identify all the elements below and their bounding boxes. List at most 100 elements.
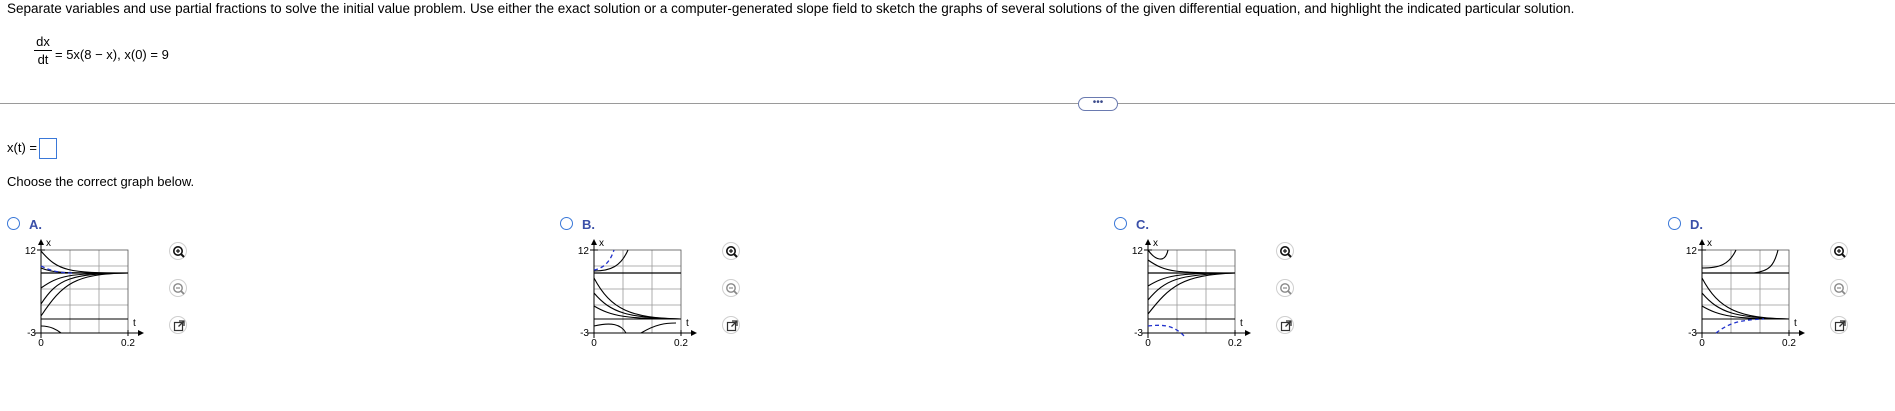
solution-curve (1753, 249, 1779, 274)
solution-curve (593, 305, 682, 320)
external-link-icon (726, 320, 738, 332)
solution-curve (640, 322, 677, 334)
option-b-label: B. (582, 217, 595, 232)
option-a-radio[interactable] (7, 217, 20, 230)
option-a-open-button[interactable] (169, 316, 187, 334)
x-tick-label: 0.2 (121, 338, 135, 349)
x-tick-label: 0 (1699, 338, 1705, 349)
option-b-radio[interactable] (560, 217, 573, 230)
slope-field-chart[interactable]: x t 12 -30 0.2 (1674, 238, 1809, 358)
y-axis-label: x (1153, 238, 1158, 249)
solution-curve (40, 325, 62, 334)
zoom-out-icon (726, 283, 738, 295)
x-axis-arrow (691, 330, 697, 336)
solution-curve (593, 323, 627, 334)
option-d-graph[interactable]: x t 12 -3 0 0.2 (1674, 238, 1809, 363)
y-tick-label: 12 (578, 246, 590, 257)
zoom-in-icon (173, 246, 185, 258)
particular-solution-curve (593, 249, 615, 271)
zoom-in-icon (1280, 246, 1292, 258)
x-tick-label: 0.2 (1228, 338, 1242, 349)
fraction-denominator: dt (37, 52, 49, 67)
solution-curve (1701, 277, 1790, 320)
zoom-out-icon (1280, 283, 1292, 295)
slope-field-chart[interactable]: x t 12 -30 0.2 (13, 238, 148, 358)
option-a-zoom-out-button[interactable] (169, 279, 187, 297)
option-d-zoom-out-button[interactable] (1830, 279, 1848, 297)
option-b-zoom-in-button[interactable] (722, 242, 740, 260)
solution-curve (1147, 272, 1236, 301)
option-a-graph[interactable]: x t 12 -3 0 0.2 (13, 238, 148, 363)
y-axis-label: x (1707, 238, 1712, 249)
fraction-numerator: dx (36, 34, 50, 49)
y-axis-arrow (1145, 239, 1151, 245)
solution-curve (1147, 259, 1236, 274)
option-a-label: A. (29, 217, 42, 232)
option-c-zoom-out-button[interactable] (1276, 279, 1294, 297)
y-tick-label: 12 (25, 246, 37, 257)
y-tick-label: 12 (1686, 246, 1698, 257)
x-axis-arrow (1245, 330, 1251, 336)
option-a-zoom-in-button[interactable] (169, 242, 187, 260)
option-b-open-button[interactable] (722, 316, 740, 334)
fraction-bar (34, 50, 52, 51)
zoom-in-icon (1834, 246, 1846, 258)
option-c-radio[interactable] (1114, 217, 1127, 230)
option-c-open-button[interactable] (1276, 316, 1294, 334)
option-d[interactable]: D. x t 12 -3 0 0.2 (1668, 216, 1868, 376)
option-c-graph[interactable]: x t 12 -3 0 0.2 (1120, 238, 1255, 363)
y-tick-label: -3 (580, 328, 589, 339)
option-b[interactable]: B. x t 12 -3 0 0.2 (560, 216, 760, 376)
equation-rhs: = 5x(8 − x), x(0) = 9 (55, 47, 169, 62)
option-b-zoom-out-button[interactable] (722, 279, 740, 297)
x-tick-label: 0.2 (1782, 338, 1796, 349)
option-d-open-button[interactable] (1830, 316, 1848, 334)
plot-frame (40, 249, 129, 334)
plot-frame (1147, 249, 1236, 334)
zoom-out-icon (173, 283, 185, 295)
zoom-in-icon (726, 246, 738, 258)
y-tick-label: -3 (27, 328, 36, 339)
y-axis-arrow (38, 239, 44, 245)
solution-curve (593, 277, 682, 320)
x-tick-label: 0 (38, 338, 44, 349)
x-axis-label: t (1794, 318, 1797, 329)
particular-solution-curve (1715, 318, 1765, 334)
solution-curve (40, 272, 129, 289)
plot-frame (1701, 249, 1790, 334)
external-link-icon (1834, 320, 1846, 332)
y-axis-arrow (1699, 239, 1705, 245)
option-b-graph[interactable]: x t 12 -3 0 0.2 (566, 238, 701, 363)
x-axis-arrow (1799, 330, 1805, 336)
derivative-fraction: dx dt (34, 34, 52, 67)
choose-instruction: Choose the correct graph below. (7, 174, 195, 189)
x-axis-arrow (138, 330, 144, 336)
x-tick-label: 0 (1145, 338, 1151, 349)
solution-curve (40, 250, 129, 274)
slope-field-chart[interactable]: x t 12 -30 0.2 (566, 238, 701, 358)
y-axis-label: x (599, 238, 604, 249)
y-axis-label: x (46, 238, 51, 249)
y-tick-label: -3 (1134, 328, 1143, 339)
option-d-zoom-in-button[interactable] (1830, 242, 1848, 260)
y-tick-label: 12 (1132, 246, 1144, 257)
option-a[interactable]: A. x t 12 -3 0 0.2 (7, 216, 207, 376)
option-c[interactable]: C. x t 12 -3 0 0.2 (1114, 216, 1314, 376)
zoom-out-icon (1834, 283, 1846, 295)
option-d-label: D. (1690, 217, 1703, 232)
answer-input[interactable] (38, 138, 57, 159)
section-divider (0, 103, 1895, 104)
option-c-label: C. (1136, 217, 1149, 232)
more-button[interactable]: ••• (1078, 97, 1118, 111)
x-tick-label: 0.2 (674, 338, 688, 349)
problem-statement: Separate variables and use partial fract… (7, 1, 1575, 16)
option-c-zoom-in-button[interactable] (1276, 242, 1294, 260)
x-axis-label: t (133, 318, 136, 329)
answer-row: x(t) = (7, 138, 57, 159)
solution-curve (1701, 305, 1790, 320)
slope-field-chart[interactable]: x t 12 -30 0.2 (1120, 238, 1255, 358)
y-tick-label: -3 (1688, 328, 1697, 339)
x-axis-label: t (686, 318, 689, 329)
option-d-radio[interactable] (1668, 217, 1681, 230)
solution-curve (1147, 249, 1169, 260)
